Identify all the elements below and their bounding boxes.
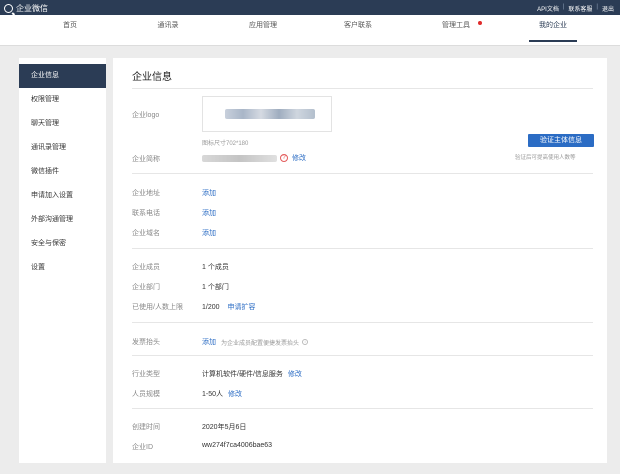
nav-management-tools[interactable]: 管理工具 bbox=[406, 15, 506, 46]
enterprise-logo[interactable] bbox=[202, 96, 332, 132]
sidebar-item-chat-management[interactable]: 聊天管理 bbox=[19, 112, 106, 136]
top-links: API文档 | 联系客服 | 退出 bbox=[537, 4, 614, 13]
user-limit-label: 已使用/人数上限 bbox=[132, 304, 183, 311]
add-phone-link[interactable]: 添加 bbox=[202, 208, 216, 218]
logo-label: 企业logo bbox=[132, 112, 160, 119]
app-logo[interactable]: 企业微信 bbox=[4, 3, 48, 14]
corp-id-value: ww274f7ca4006bae63 bbox=[202, 442, 273, 449]
staff-size-text: 1-50人 bbox=[202, 391, 224, 398]
nav-app-management[interactable]: 应用管理 bbox=[213, 15, 313, 46]
user-limit-value: 1/200 申请扩容 bbox=[202, 302, 256, 312]
domain-label: 企业域名 bbox=[132, 230, 160, 237]
edit-industry-link[interactable]: 修改 bbox=[288, 369, 302, 379]
contact-support-link[interactable]: 联系客服 bbox=[568, 4, 592, 13]
nav-contacts[interactable]: 通讯录 bbox=[118, 15, 218, 46]
staff-size-label: 人员规模 bbox=[132, 391, 160, 398]
sidebar-item-permissions[interactable]: 权限管理 bbox=[19, 88, 106, 112]
nav-customer-contact[interactable]: 客户联系 bbox=[308, 15, 408, 46]
nav-my-enterprise[interactable]: 我的企业 bbox=[503, 15, 603, 46]
enterprise-name-redacted bbox=[202, 154, 277, 162]
main-nav: 首页 通讯录 应用管理 客户联系 管理工具 我的企业 bbox=[0, 15, 620, 46]
question-icon[interactable]: ? bbox=[280, 154, 288, 162]
divider bbox=[132, 248, 593, 249]
departments-value: 1 个部门 bbox=[202, 284, 229, 291]
enterprise-name-value: ? 修改 bbox=[202, 153, 306, 163]
industry-text: 计算机软件/硬件/信息服务 bbox=[202, 371, 283, 378]
address-label: 企业地址 bbox=[132, 190, 160, 197]
link-separator: | bbox=[596, 4, 598, 10]
request-expansion-link[interactable]: 申请扩容 bbox=[228, 302, 256, 312]
invoice-value: 添加 为企业成员配置便捷发票抬头 i bbox=[202, 337, 309, 347]
sidebar-item-external-communication[interactable]: 外部沟通管理 bbox=[19, 208, 106, 232]
edit-name-link[interactable]: 修改 bbox=[292, 153, 306, 163]
logo-image bbox=[225, 109, 315, 119]
notification-dot bbox=[478, 21, 482, 25]
app-name: 企业微信 bbox=[16, 4, 48, 13]
main-panel: 企业信息 企业logo 图标尺寸702*180 验证主体信息 验证后可提高使用人… bbox=[113, 58, 607, 463]
industry-value: 计算机软件/硬件/信息服务 修改 bbox=[202, 369, 302, 379]
wecom-logo-icon bbox=[4, 4, 13, 13]
user-limit-count: 1/200 bbox=[202, 303, 220, 311]
sidebar-item-security[interactable]: 安全与保密 bbox=[19, 232, 106, 256]
departments-label: 企业部门 bbox=[132, 284, 160, 291]
corp-id-label: 企业ID bbox=[132, 444, 153, 451]
sidebar-item-enterprise-info[interactable]: 企业信息 bbox=[19, 64, 106, 88]
invoice-hint: 为企业成员配置便捷发票抬头 bbox=[221, 340, 300, 347]
members-label: 企业成员 bbox=[132, 264, 160, 271]
add-address-link[interactable]: 添加 bbox=[202, 188, 216, 198]
divider bbox=[132, 322, 593, 323]
members-value: 1 个成员 bbox=[202, 264, 229, 271]
nav-home[interactable]: 首页 bbox=[20, 15, 120, 46]
top-bar: 企业微信 API文档 | 联系客服 | 退出 bbox=[0, 0, 620, 15]
logo-size-hint: 图标尺寸702*180 bbox=[202, 141, 249, 147]
info-icon[interactable]: i bbox=[302, 339, 309, 345]
industry-label: 行业类型 bbox=[132, 371, 160, 378]
sidebar-item-join-settings[interactable]: 申请加入设置 bbox=[19, 184, 106, 208]
divider bbox=[132, 408, 593, 409]
sidebar: 企业信息 权限管理 聊天管理 通讯录管理 微信插件 申请加入设置 外部沟通管理 … bbox=[19, 58, 106, 463]
add-invoice-link[interactable]: 添加 bbox=[202, 337, 216, 347]
logout-link[interactable]: 退出 bbox=[602, 4, 614, 13]
created-time-label: 创建时间 bbox=[132, 424, 160, 431]
edit-staff-size-link[interactable]: 修改 bbox=[228, 389, 242, 399]
phone-label: 联系电话 bbox=[132, 210, 160, 217]
sidebar-item-contacts-management[interactable]: 通讯录管理 bbox=[19, 136, 106, 160]
divider bbox=[132, 355, 593, 356]
page-title: 企业信息 bbox=[132, 72, 172, 83]
verify-entity-button[interactable]: 验证主体信息 bbox=[528, 134, 594, 147]
created-time-value: 2020年5月6日 bbox=[202, 424, 247, 431]
invoice-label: 发票抬头 bbox=[132, 339, 160, 346]
enterprise-name-label: 企业简称 bbox=[132, 156, 160, 163]
add-domain-link[interactable]: 添加 bbox=[202, 228, 216, 238]
staff-size-value: 1-50人 修改 bbox=[202, 389, 242, 399]
sidebar-item-settings[interactable]: 设置 bbox=[19, 256, 106, 280]
divider bbox=[132, 173, 593, 174]
verify-hint: 验证后可提高使用人数等 bbox=[515, 155, 576, 161]
sidebar-item-wechat-plugin[interactable]: 微信插件 bbox=[19, 160, 106, 184]
divider bbox=[132, 88, 593, 89]
api-docs-link[interactable]: API文档 bbox=[537, 4, 559, 13]
link-separator: | bbox=[562, 4, 565, 10]
